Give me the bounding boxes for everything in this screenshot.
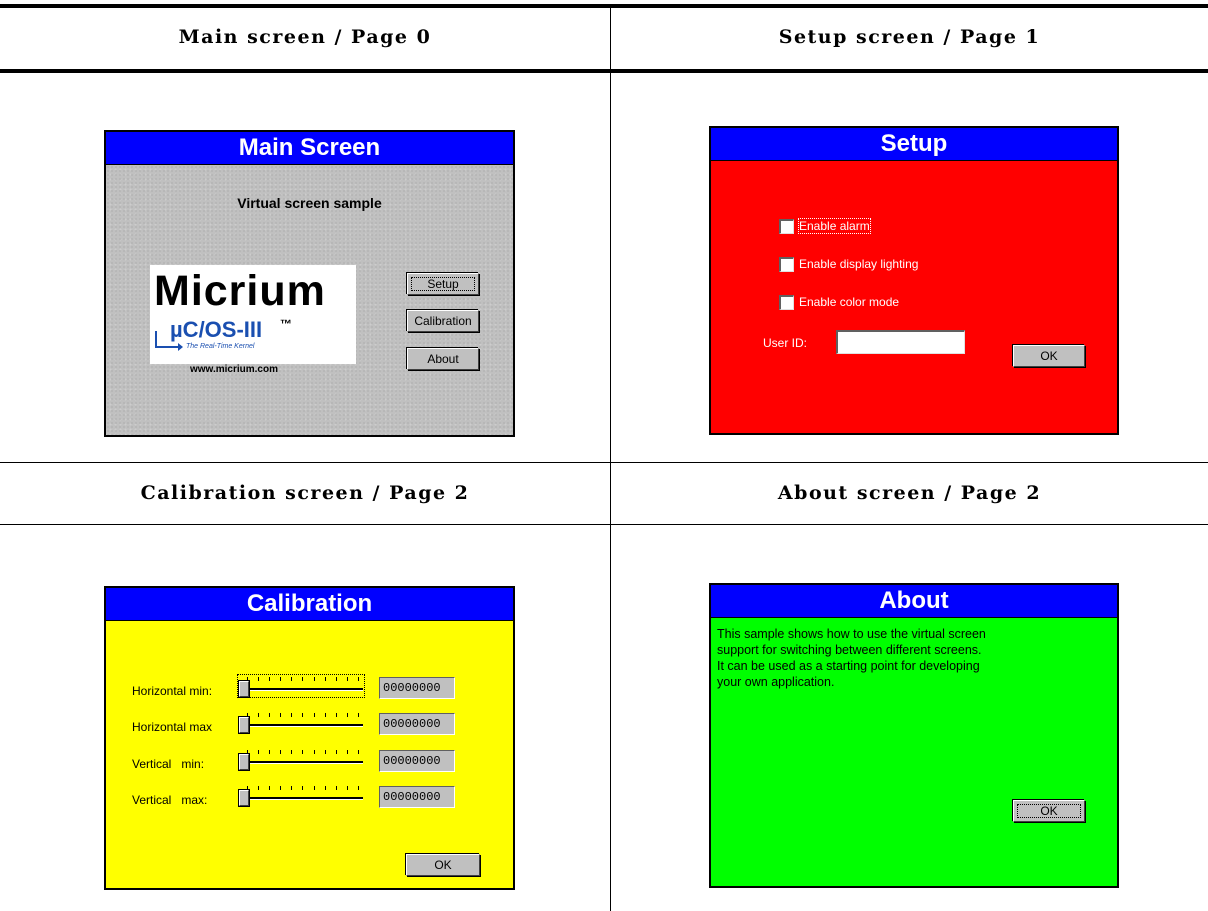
horizontal-max-slider-thumb[interactable] [238, 716, 250, 734]
header-calibration-screen: Calibration screen / Page 2 [140, 482, 470, 504]
about-text-line: support for switching between different … [717, 643, 982, 657]
table-middle-rule [0, 462, 1208, 463]
table-row2-header-rule [0, 524, 1208, 525]
table-column-divider [610, 8, 611, 911]
about-text-line: your own application. [717, 675, 835, 689]
setup-screen-window: Setup Enable alarm Enable display lighti… [709, 126, 1119, 435]
horizontal-max-slider[interactable] [238, 712, 363, 734]
calibration-screen-window: Calibration Horizontal min: 00000000 Hor… [104, 586, 515, 890]
table-header-rule [0, 69, 1208, 73]
vertical-min-slider-thumb[interactable] [238, 753, 250, 771]
main-screen-subtitle: Virtual screen sample [237, 195, 382, 211]
horizontal-max-value: 00000000 [379, 713, 455, 735]
table-top-rule [0, 4, 1208, 8]
calibration-button[interactable]: Calibration [407, 310, 479, 332]
enable-color-mode-checkbox[interactable] [779, 295, 794, 310]
main-screen-title: Main Screen [106, 132, 513, 165]
vertical-min-value: 00000000 [379, 750, 455, 772]
enable-display-lighting-checkbox[interactable] [779, 257, 794, 272]
calibration-screen-body: Horizontal min: 00000000 Horizontal max … [106, 621, 513, 888]
about-text-line: It can be used as a starting point for d… [717, 659, 980, 673]
user-id-label: User ID: [763, 336, 808, 350]
horizontal-min-slider-thumb[interactable] [238, 680, 250, 698]
enable-alarm-checkbox[interactable] [779, 219, 794, 234]
horizontal-min-label: Horizontal min: [132, 684, 213, 698]
setup-screen-body: Enable alarm Enable display lighting Ena… [711, 161, 1117, 433]
vertical-max-slider[interactable] [238, 785, 363, 807]
logo-url: www.micrium.com [190, 364, 278, 375]
calibration-ok-button[interactable]: OK [406, 854, 480, 876]
header-setup-screen: Setup screen / Page 1 [778, 26, 1041, 48]
about-text: This sample shows how to use the virtual… [717, 626, 986, 690]
user-id-input[interactable] [836, 330, 965, 354]
about-screen-body: This sample shows how to use the virtual… [711, 618, 1117, 886]
vertical-max-value: 00000000 [379, 786, 455, 808]
calibration-screen-title: Calibration [106, 588, 513, 621]
header-about-screen: About screen / Page 2 [777, 482, 1042, 504]
vertical-min-slider[interactable] [238, 749, 363, 771]
main-screen-window: Main Screen Virtual screen sample Micriu… [104, 130, 515, 437]
header-main-screen: Main screen / Page 0 [178, 26, 432, 48]
setup-ok-button[interactable]: OK [1013, 345, 1085, 367]
main-screen-body: Virtual screen sample Micrium µC/OS-III … [106, 165, 513, 435]
logo-tagline: The Real-Time Kernel [186, 343, 255, 350]
enable-color-mode-label[interactable]: Enable color mode [799, 295, 899, 309]
horizontal-min-slider[interactable] [237, 674, 365, 698]
logo-brand: Micrium [154, 267, 326, 315]
setup-screen-title: Setup [711, 128, 1117, 161]
logo-arrow-icon [154, 329, 184, 351]
horizontal-min-value: 00000000 [379, 677, 455, 699]
about-ok-button[interactable]: OK [1013, 800, 1085, 822]
vertical-max-slider-thumb[interactable] [238, 789, 250, 807]
about-button[interactable]: About [407, 348, 479, 370]
micrium-logo: Micrium µC/OS-III ™ The Real-Time Kernel [150, 265, 356, 364]
about-screen-window: About This sample shows how to use the v… [709, 583, 1119, 888]
logo-trademark: ™ [280, 317, 292, 331]
setup-button[interactable]: Setup [407, 273, 479, 295]
vertical-min-label: Vertical min: [132, 757, 205, 771]
vertical-max-label: Vertical max: [132, 793, 208, 807]
enable-alarm-label[interactable]: Enable alarm [798, 218, 871, 234]
about-screen-title: About [711, 585, 1117, 618]
enable-display-lighting-label[interactable]: Enable display lighting [799, 257, 918, 271]
horizontal-max-label: Horizontal max [132, 720, 213, 734]
about-text-line: This sample shows how to use the virtual… [717, 627, 986, 641]
